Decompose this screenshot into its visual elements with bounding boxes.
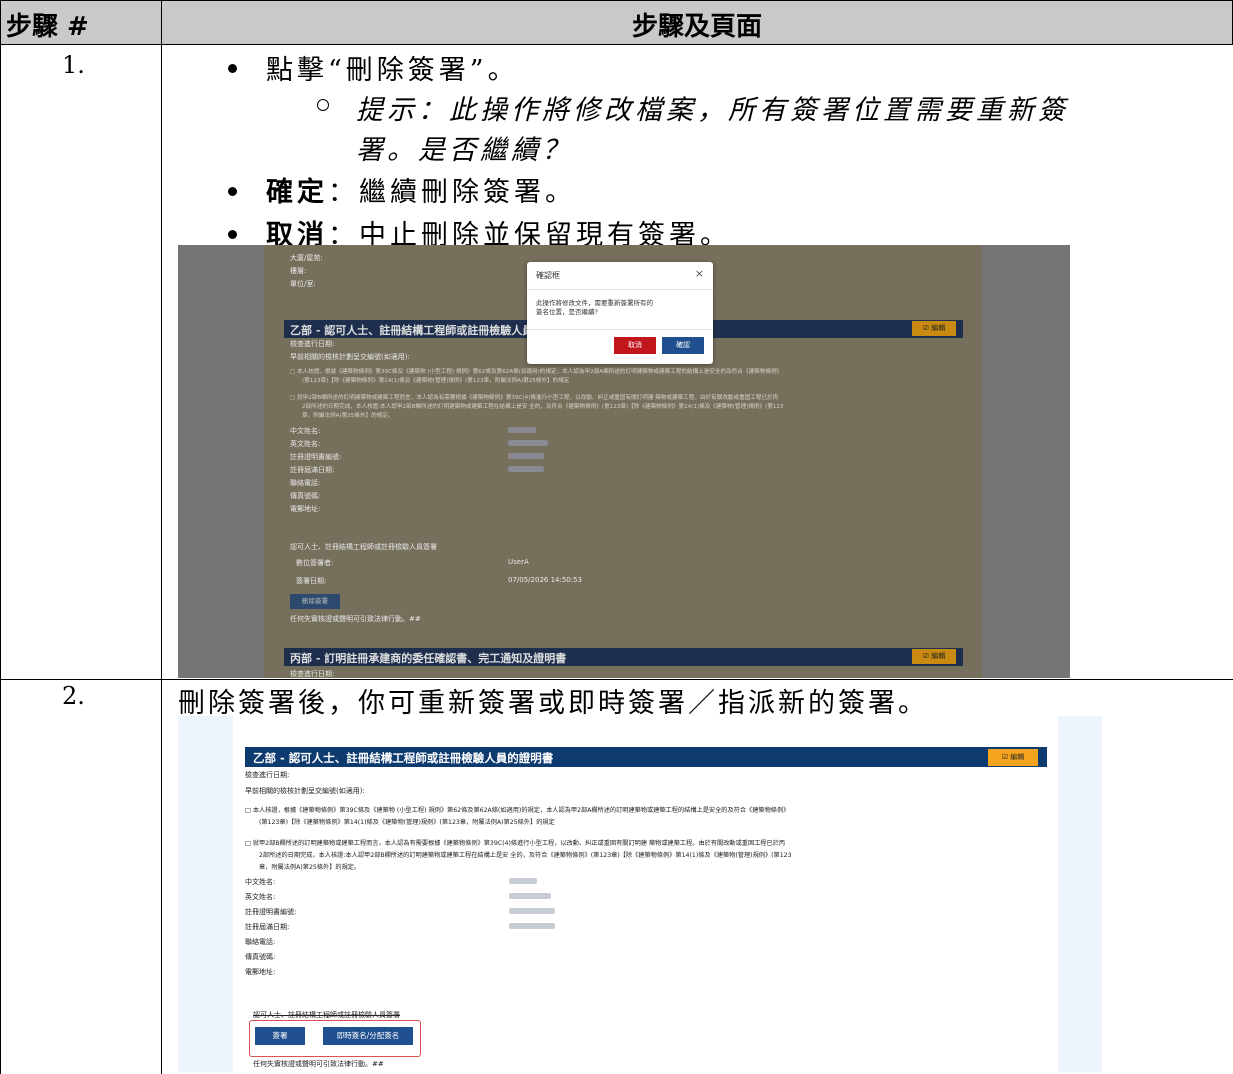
dialog-ok-button[interactable]: 確認 [662,337,704,354]
redacted-value [509,923,555,929]
field-email: 電郵地址: [290,505,321,513]
screenshot-after-delete: 乙部 - 認可人士、註冊結構工程師或註冊檢驗人員的證明書 ☑ 編輯 檢查進行日期… [178,716,1102,1072]
field-expiry-date: 註冊屆滿日期: [290,466,335,474]
step-1-hint-line1: 提示：此操作將修改檔案，所有簽署位置需要重新簽 [356,95,1069,126]
signature-section-title: 認可人士、註冊結構工程師或註冊檢驗人員簽署 [290,543,437,551]
inspection-date-label: 檢查進行日期: [245,771,290,779]
declaration-2b: 2部所述的日期完成，本人核證:本人認甲2部B欄所述的訂明建築物或建築工程在結構上… [259,852,792,859]
field-cert-number: 註冊證明書編號: [290,453,342,461]
dialog-divider [527,329,713,330]
edit-button[interactable]: ☑ 編輯 [988,749,1038,766]
header-step-number: 步驟 # [6,12,89,42]
sign-date-value: 07/05/2026 14:50:53 [508,576,583,584]
redacted-value [509,893,551,899]
table-left-border [0,0,1,1074]
redacted-value [508,453,544,459]
sub-bullet-circle [317,99,329,111]
edit-button-c[interactable]: ☑ 編輯 [912,649,956,664]
confirm-dialog: 確認框 × 此操作將修改文件，需要重新簽署所有的簽名位置，是否繼續? 取消 確認 [527,262,713,364]
table-header-border [0,44,1233,45]
declaration-1: □ 本人核證，根據《建築物條例》第39C條及《建築物 (小型工程) 規例》第62… [290,369,783,375]
step-1-bullet-delete: 點擊“刪除簽署”。 [266,55,519,86]
delete-signature-button[interactable]: 刪除簽署 [290,594,340,609]
declaration-2c: 章，附屬法例A)第25條外】的規定。 [259,864,361,871]
step-1-hint-line2: 署。是否繼續？ [356,135,573,166]
section-c-inspection-date: 檢查進行日期: [290,670,335,678]
field-english-name: 英文姓名: [245,893,276,901]
declaration-2c: 章，附屬法例A)第25條外】的規定。 [302,413,394,419]
confirm-label: 確定 [266,177,328,208]
declaration-1: □ 本人核證，根據《建築物條例》第39C條及《建築物 (小型工程) 規例》第62… [245,807,790,814]
header-step-page: 步驟及頁面 [632,12,763,42]
legal-warning: 任何失實核證或聲明可引致法律行動。## [290,615,421,623]
field-chinese-name: 中文姓名: [290,427,321,435]
redacted-value [508,427,536,433]
bullet-1-dot [228,64,237,73]
table-column-divider [161,0,162,1074]
inspection-date-label: 檢查進行日期: [290,340,335,348]
sign-date-label: 簽署日期: [296,577,327,585]
section-b-title: 乙部 - 認可人士、註冊結構工程師或註冊檢驗人員的證明書 [253,751,554,765]
bullet-3-dot [228,230,237,239]
bullet-2-dot [228,187,237,196]
highlight-box [249,1020,421,1057]
confirm-desc: ：繼續刪除簽署。 [328,177,576,208]
signature-section-title: 認可人士、註冊結構工程師或註冊檢驗人員簽署 [253,1011,400,1019]
field-fax: 傳真號碼: [290,492,321,500]
address-unit-label: 單位/室: [290,280,316,288]
declaration-2: □ 就甲2部B欄所述的訂明建築物或建築工程而言，本人認為有需要根據《建築物條例》… [245,840,786,847]
close-icon[interactable]: × [695,267,704,280]
address-floor-label: 樓層: [290,267,307,275]
field-chinese-name: 中文姓名: [245,878,276,886]
dialog-message: 此操作將修改文件，需要重新簽署所有的簽名位置，是否繼續? [536,299,653,316]
declaration-1b: (第123章)【除《建築物條例》第14(1)條及《建築物(管理)規例》(第123… [302,378,570,384]
table-row-divider [0,679,1233,680]
field-email: 電郵地址: [245,968,276,976]
redacted-value [509,878,537,884]
signer-value: UserA [508,558,529,566]
step-1-bullet-confirm: 確定：繼續刪除簽署。 [266,170,576,209]
edit-button-b[interactable]: ☑ 編輯 [912,321,956,336]
step-2-number: 2. [62,682,85,710]
table-top-border [0,0,1233,1]
declaration-2b: 2部所述的日期完成，本人核證:本人認甲2部B欄所述的訂明建築物或建築工程在結構上… [302,404,784,410]
step-2-text: 刪除簽署後，你可重新簽署或即時簽署／指派新的簽署。 [178,688,928,719]
step-1-number: 1. [62,51,85,79]
section-b-header: 乙部 - 認可人士、註冊結構工程師或註冊檢驗人員的證明書 [245,747,1047,767]
section-c-title: 丙部 - 訂明註冊承建商的委任確認書、完工通知及證明書 [290,652,567,665]
declaration-2: □ 就甲2部B欄所述的訂明建築物或建築工程而言，本人認為有需要根據《建築物條例》… [290,395,779,401]
redacted-value [508,466,544,472]
field-phone: 聯絡電話: [290,479,321,487]
field-expiry-date: 註冊屆滿日期: [245,923,290,931]
dialog-title: 確認框 [536,271,560,280]
declaration-1b: (第123章)【除《建築物條例》第14(1)條及《建築物(管理)規例》(第123… [259,819,555,826]
screenshot-delete-confirmation: 大廈/屋苑: 樓層: 單位/室: 乙部 - 認可人士、註冊結構工程師或註冊檢驗人… [178,245,1070,678]
dialog-cancel-button[interactable]: 取消 [614,337,656,354]
address-building-label: 大廈/屋苑: [290,254,323,262]
field-phone: 聯絡電話: [245,938,276,946]
signer-label: 數位簽署者: [296,559,334,567]
field-fax: 傳真號碼: [245,953,276,961]
legal-warning: 任何失實核證或聲明可引致法律行動。## [253,1060,384,1068]
redacted-value [508,440,548,446]
early-submission-label: 早前相關的檢核計劃呈交編號(如適用): [245,787,365,795]
form-card: 乙部 - 認可人士、註冊結構工程師或註冊檢驗人員的證明書 ☑ 編輯 檢查進行日期… [233,716,1058,1072]
redacted-value [509,908,555,914]
early-submission-label: 早前相關的檢核計劃呈交編號(如適用): [290,353,410,361]
field-english-name: 英文姓名: [290,440,321,448]
dialog-divider [527,289,713,290]
field-cert-number: 註冊證明書編號: [245,908,297,916]
section-b-title: 乙部 - 認可人士、註冊結構工程師或註冊檢驗人員的 [290,324,545,337]
